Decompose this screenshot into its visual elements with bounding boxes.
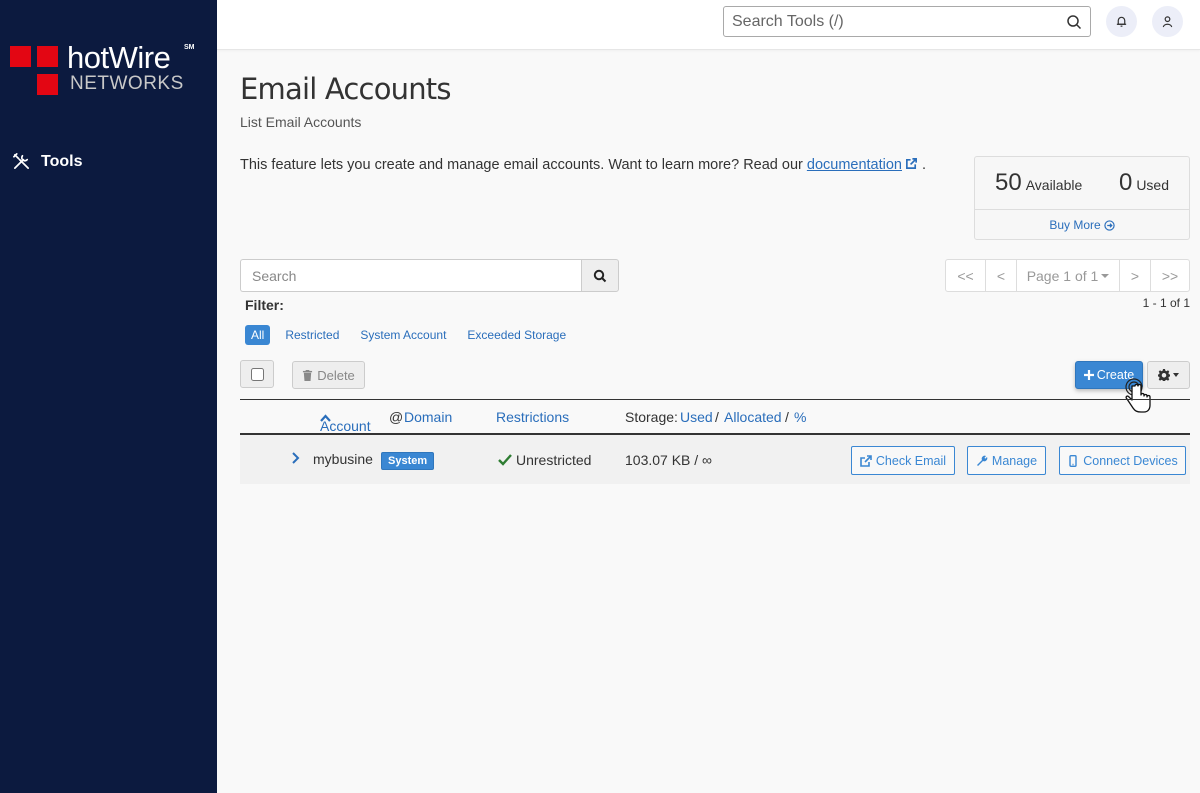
- account-search: [240, 259, 619, 292]
- gear-icon: [1158, 369, 1170, 381]
- create-button[interactable]: Create: [1075, 361, 1143, 389]
- sort-percent[interactable]: %: [794, 409, 806, 425]
- documentation-link[interactable]: documentation: [807, 157, 902, 173]
- logo-sm: SM: [184, 44, 195, 51]
- storage-usage: 103.07 KB / ∞: [625, 452, 713, 468]
- filter-system-account[interactable]: System Account: [354, 325, 452, 345]
- external-link-icon[interactable]: [905, 157, 918, 170]
- check-email-label: Check Email: [875, 453, 947, 468]
- bell-icon: [1116, 16, 1127, 27]
- pagination: << < Page 1 of 1 > >>: [945, 259, 1190, 292]
- sidebar-item-label: Tools: [41, 152, 83, 170]
- tools-icon: [13, 153, 30, 170]
- filter-label: Filter:: [245, 297, 284, 313]
- restriction-status: Unrestricted: [516, 452, 592, 468]
- settings-dropdown-button[interactable]: [1147, 361, 1190, 389]
- sort-allocated[interactable]: Allocated: [724, 409, 782, 425]
- caret-down-icon: [1173, 373, 1179, 377]
- plus-icon: [1083, 370, 1094, 380]
- check-icon: [498, 454, 512, 466]
- prev-page-button[interactable]: <: [986, 260, 1017, 291]
- next-page-button[interactable]: >: [1120, 260, 1151, 291]
- manage-label: Manage: [991, 453, 1038, 468]
- top-bar: [217, 0, 1200, 50]
- logo-square: [37, 46, 58, 67]
- account-name: mybusine: [313, 451, 373, 467]
- sidebar: hotWire SM NETWORKS Tools: [0, 0, 217, 793]
- connect-devices-button[interactable]: Connect Devices: [1059, 446, 1186, 475]
- table-row: mybusine System Unrestricted 103.07 KB /…: [240, 435, 1190, 484]
- page-select-label: Page 1 of 1: [1026, 267, 1099, 284]
- trash-icon: [303, 369, 313, 381]
- available-count: 50: [995, 169, 1022, 196]
- page-title: Email Accounts: [240, 72, 451, 106]
- at-symbol: @: [389, 409, 404, 425]
- filter-restricted[interactable]: Restricted: [279, 325, 345, 345]
- buy-more-link[interactable]: Buy More: [975, 210, 1189, 240]
- tool-search-input[interactable]: [732, 12, 1066, 31]
- account-header-label: Account: [320, 418, 371, 434]
- page-subtitle: List Email Accounts: [240, 114, 362, 130]
- select-all-button[interactable]: [240, 360, 274, 388]
- logo[interactable]: hotWire SM NETWORKS: [10, 40, 205, 102]
- account-stats: 50 Available 0 Used Buy More: [974, 156, 1190, 240]
- buy-more-label: Buy More: [1049, 218, 1101, 232]
- arrow-circle-right-icon: [1103, 219, 1115, 231]
- caret-down-icon: [1101, 273, 1110, 278]
- description-end: .: [922, 157, 927, 173]
- available-label: Available: [1025, 177, 1083, 193]
- filter-all[interactable]: All: [245, 325, 271, 345]
- logo-square: [37, 74, 58, 95]
- account-search-input[interactable]: [240, 259, 581, 292]
- last-page-button[interactable]: >>: [1151, 260, 1189, 291]
- logo-text: hotWire: [67, 40, 171, 75]
- user-menu-button[interactable]: [1152, 6, 1183, 37]
- page-select[interactable]: Page 1 of 1: [1017, 260, 1120, 291]
- mobile-icon: [1069, 454, 1077, 467]
- system-badge: System: [381, 452, 435, 470]
- search-icon: [593, 269, 607, 282]
- page-description: This feature lets you create and manage …: [240, 157, 926, 173]
- results-range: 1 - 1 of 1: [1142, 296, 1190, 310]
- sort-restrictions[interactable]: Restrictions: [496, 409, 569, 425]
- logo-subtext: NETWORKS: [70, 73, 184, 94]
- table-header: Account @ Domain Restrictions Storage: U…: [240, 399, 1190, 435]
- tool-search[interactable]: [723, 6, 1091, 37]
- used-label: Used: [1136, 177, 1169, 193]
- storage-header-label: Storage:: [625, 409, 678, 425]
- filter-options: All Restricted System Account Exceeded S…: [245, 325, 581, 345]
- filter-exceeded-storage[interactable]: Exceeded Storage: [461, 325, 572, 345]
- description-text: This feature lets you create and manage …: [240, 157, 807, 173]
- logo-square: [10, 46, 31, 67]
- delete-button[interactable]: Delete: [292, 361, 365, 389]
- notifications-button[interactable]: [1106, 6, 1137, 37]
- sort-used[interactable]: Used: [680, 409, 713, 425]
- sidebar-item-tools[interactable]: Tools: [12, 152, 82, 171]
- external-link-icon: [860, 454, 872, 467]
- manage-button[interactable]: Manage: [967, 446, 1046, 475]
- delete-label: Delete: [317, 367, 355, 383]
- search-button[interactable]: [581, 259, 619, 292]
- check-email-button[interactable]: Check Email: [851, 446, 955, 475]
- chevron-right-icon[interactable]: [290, 452, 302, 464]
- user-icon: [1162, 16, 1173, 28]
- connect-devices-label: Connect Devices: [1083, 453, 1178, 468]
- search-icon[interactable]: [1066, 14, 1082, 30]
- used-count: 0: [1118, 169, 1133, 196]
- first-page-button[interactable]: <<: [946, 260, 986, 291]
- wrench-icon: [976, 455, 988, 466]
- header-slash: /: [715, 409, 719, 425]
- sort-domain[interactable]: Domain: [404, 409, 452, 425]
- header-slash: /: [785, 409, 789, 425]
- create-label: Create: [1096, 368, 1135, 382]
- sort-account[interactable]: Account: [320, 409, 371, 434]
- select-all-checkbox[interactable]: [250, 367, 264, 381]
